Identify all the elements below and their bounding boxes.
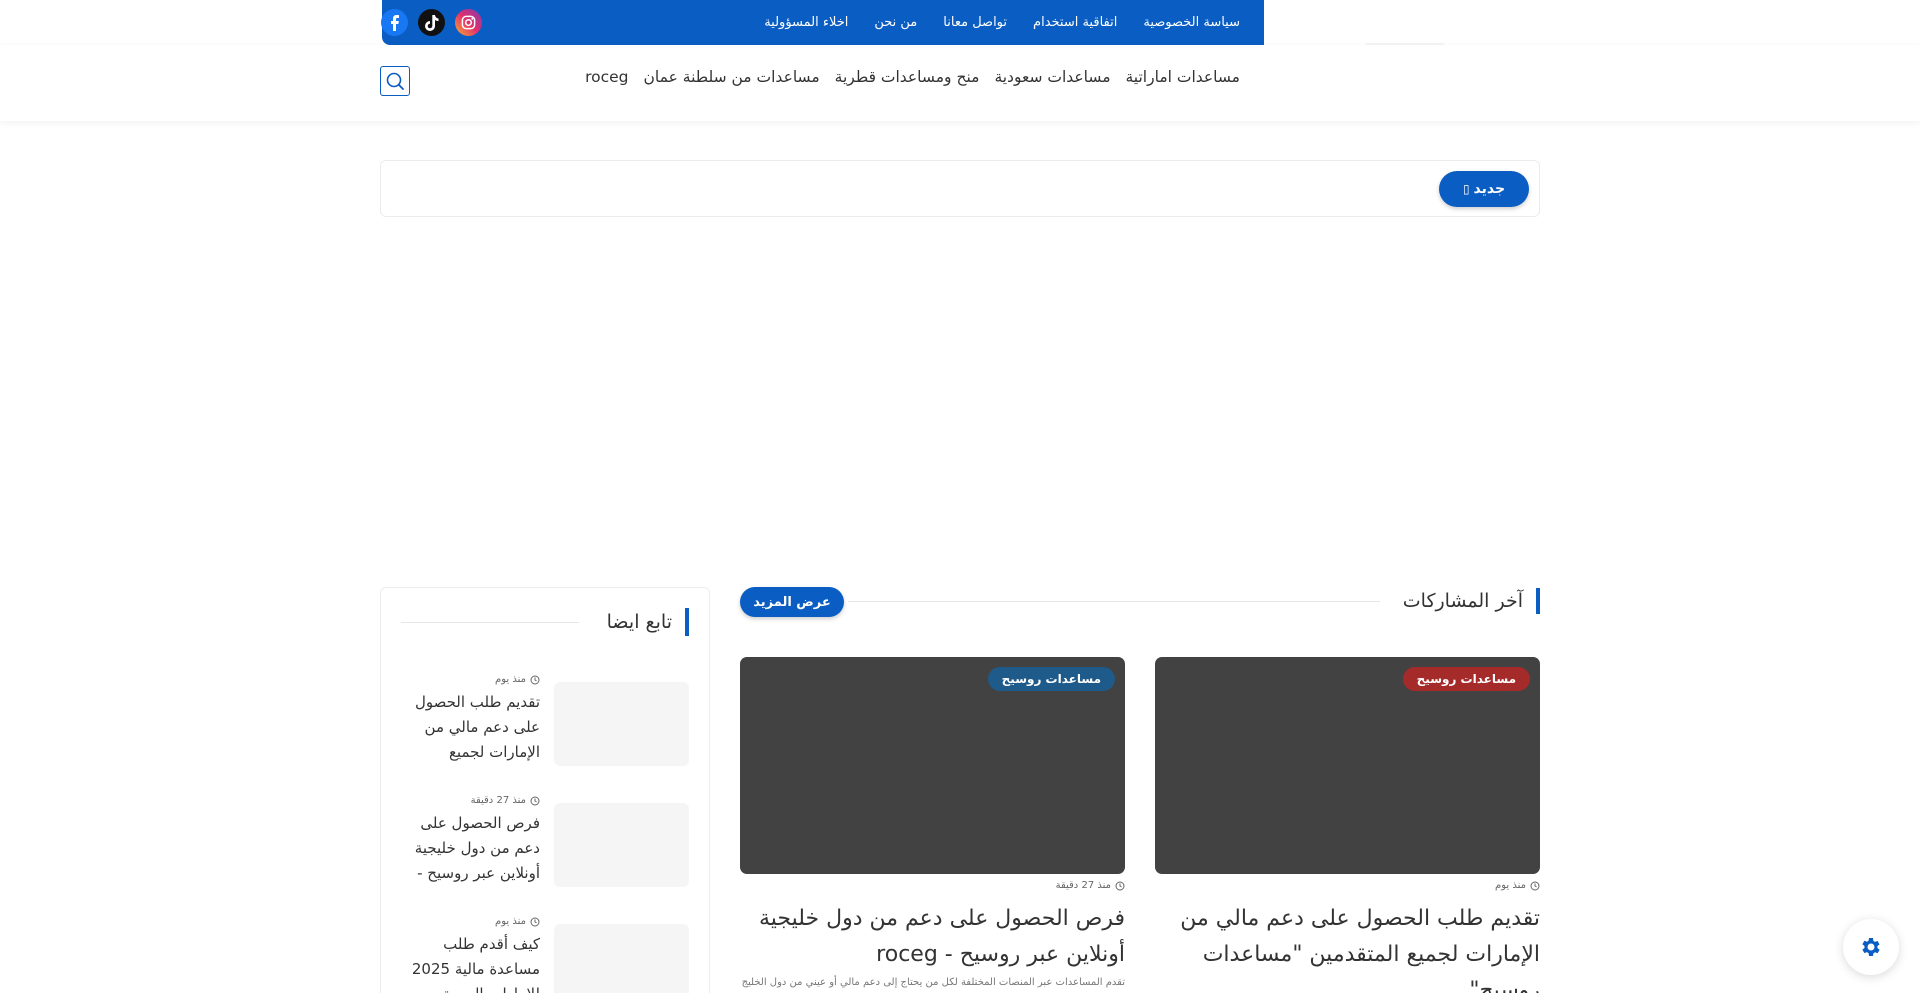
- post-meta: منذ يوم: [1155, 880, 1540, 891]
- latest-posts-title: آخر المشاركات: [1403, 588, 1540, 614]
- category-badge[interactable]: مساعدات روسيح: [1402, 667, 1530, 691]
- sidebar-item-date: منذ يوم: [495, 674, 526, 685]
- sidebar-item-meta: منذ 27 دقيقة: [471, 795, 540, 806]
- nav-menu: مساعدات اماراتية مساعدات سعودية منح ومسا…: [585, 68, 1240, 86]
- clock-icon: [1115, 881, 1125, 890]
- sidebar-item-date: منذ 27 دقيقة: [470, 795, 526, 806]
- nav-item-qatar[interactable]: منح ومساعدات قطرية: [835, 68, 980, 86]
- top-link-disclaimer[interactable]: اخلاء المسؤولية: [764, 15, 848, 30]
- settings-button[interactable]: [1843, 919, 1899, 975]
- top-link-contact[interactable]: تواصل معانا: [943, 15, 1007, 30]
- sidebar-item-meta: منذ يوم: [495, 916, 540, 927]
- post-meta: منذ 27 دقيقة: [740, 880, 1125, 891]
- sidebar-divider: [401, 622, 579, 623]
- search-button[interactable]: [380, 66, 410, 96]
- post-card[interactable]: مساعدات روسيح منذ 27 دقيقة فرص الحصول عل…: [740, 657, 1125, 988]
- post-date: منذ 27 دقيقة: [1055, 880, 1111, 891]
- nav-item-oman[interactable]: مساعدات من سلطنة عمان: [644, 68, 820, 86]
- sidebar-item[interactable]: منذ يوم تقديم طلب الحصول على دعم مالي من…: [401, 674, 689, 784]
- post-thumbnail[interactable]: مساعدات روسيح: [740, 657, 1125, 874]
- post-card[interactable]: مساعدات روسيح منذ يوم تقديم طلب الحصول ع…: [1155, 657, 1540, 993]
- sidebar-item-thumbnail[interactable]: [554, 803, 689, 887]
- sidebar-item-date: منذ يوم: [495, 916, 526, 927]
- latest-posts-header: آخر المشاركات عرض المزيد: [740, 586, 1540, 618]
- sidebar-header: تابع ايضا: [401, 608, 689, 638]
- top-bar: سياسة الخصوصية اتفاقية استخدام تواصل معا…: [381, 0, 1264, 45]
- sidebar-item-thumbnail[interactable]: [554, 682, 689, 766]
- top-link-privacy[interactable]: سياسة الخصوصية: [1143, 15, 1240, 30]
- sidebar-item-meta: منذ يوم: [495, 674, 540, 685]
- category-badge[interactable]: مساعدات روسيح: [987, 667, 1115, 691]
- social-links: [381, 9, 482, 36]
- top-links: سياسة الخصوصية اتفاقية استخدام تواصل معا…: [764, 15, 1240, 30]
- sidebar-item[interactable]: منذ 27 دقيقة فرص الحصول على دعم من دول خ…: [401, 795, 689, 905]
- facebook-icon[interactable]: [381, 9, 408, 36]
- clock-icon: [1530, 881, 1540, 890]
- post-date: منذ يوم: [1495, 880, 1526, 891]
- post-excerpt: تقدم المساعدات عبر المنصات المختلفة لكل …: [741, 977, 1125, 988]
- sidebar-title: تابع ايضا: [607, 608, 689, 636]
- sidebar-item-thumbnail[interactable]: [554, 924, 689, 993]
- sidebar-item-title[interactable]: تقديم طلب الحصول على دعم مالي من الإمارا…: [400, 690, 540, 765]
- nav-item-uae[interactable]: مساعدات اماراتية: [1126, 68, 1241, 86]
- search-icon: [386, 72, 404, 90]
- clock-icon: [530, 796, 540, 805]
- sidebar-follow-also: تابع ايضا منذ يوم تقديم طلب الحصول على د…: [380, 587, 710, 993]
- tiktok-icon[interactable]: [418, 9, 445, 36]
- new-badge-button[interactable]: جديد ▯: [1439, 171, 1529, 207]
- news-ticker: جديد ▯: [380, 160, 1540, 217]
- sidebar-item-title[interactable]: فرص الحصول على دعم من دول خليجية أونلاين…: [400, 811, 540, 886]
- nav-item-saudi[interactable]: مساعدات سعودية: [994, 68, 1110, 86]
- top-link-about[interactable]: من نحن: [874, 15, 917, 30]
- instagram-icon[interactable]: [455, 9, 482, 36]
- header-divider: [848, 601, 1380, 602]
- post-title[interactable]: تقديم طلب الحصول على دعم مالي من الإمارا…: [1155, 901, 1540, 993]
- new-label: جديد: [1473, 181, 1506, 197]
- sidebar-item[interactable]: منذ يوم كيف أقدم طلب مساعدة مالية 2025 ل…: [401, 916, 689, 993]
- post-title[interactable]: فرص الحصول على دعم من دول خليجية أونلاين…: [740, 901, 1125, 973]
- nav-item-roceg[interactable]: roceg: [585, 68, 628, 86]
- show-more-button[interactable]: عرض المزيد: [740, 587, 844, 617]
- post-thumbnail[interactable]: مساعدات روسيح: [1155, 657, 1540, 874]
- clock-icon: [530, 917, 540, 926]
- sidebar-item-title[interactable]: كيف أقدم طلب مساعدة مالية 2025 للإمارات …: [400, 932, 540, 993]
- top-link-terms[interactable]: اتفاقية استخدام: [1033, 15, 1117, 30]
- gear-icon: [1862, 938, 1880, 956]
- bolt-icon: ▯: [1462, 182, 1470, 196]
- clock-icon: [530, 675, 540, 684]
- main-nav: مساعدات اماراتية مساعدات سعودية منح ومسا…: [0, 45, 1920, 121]
